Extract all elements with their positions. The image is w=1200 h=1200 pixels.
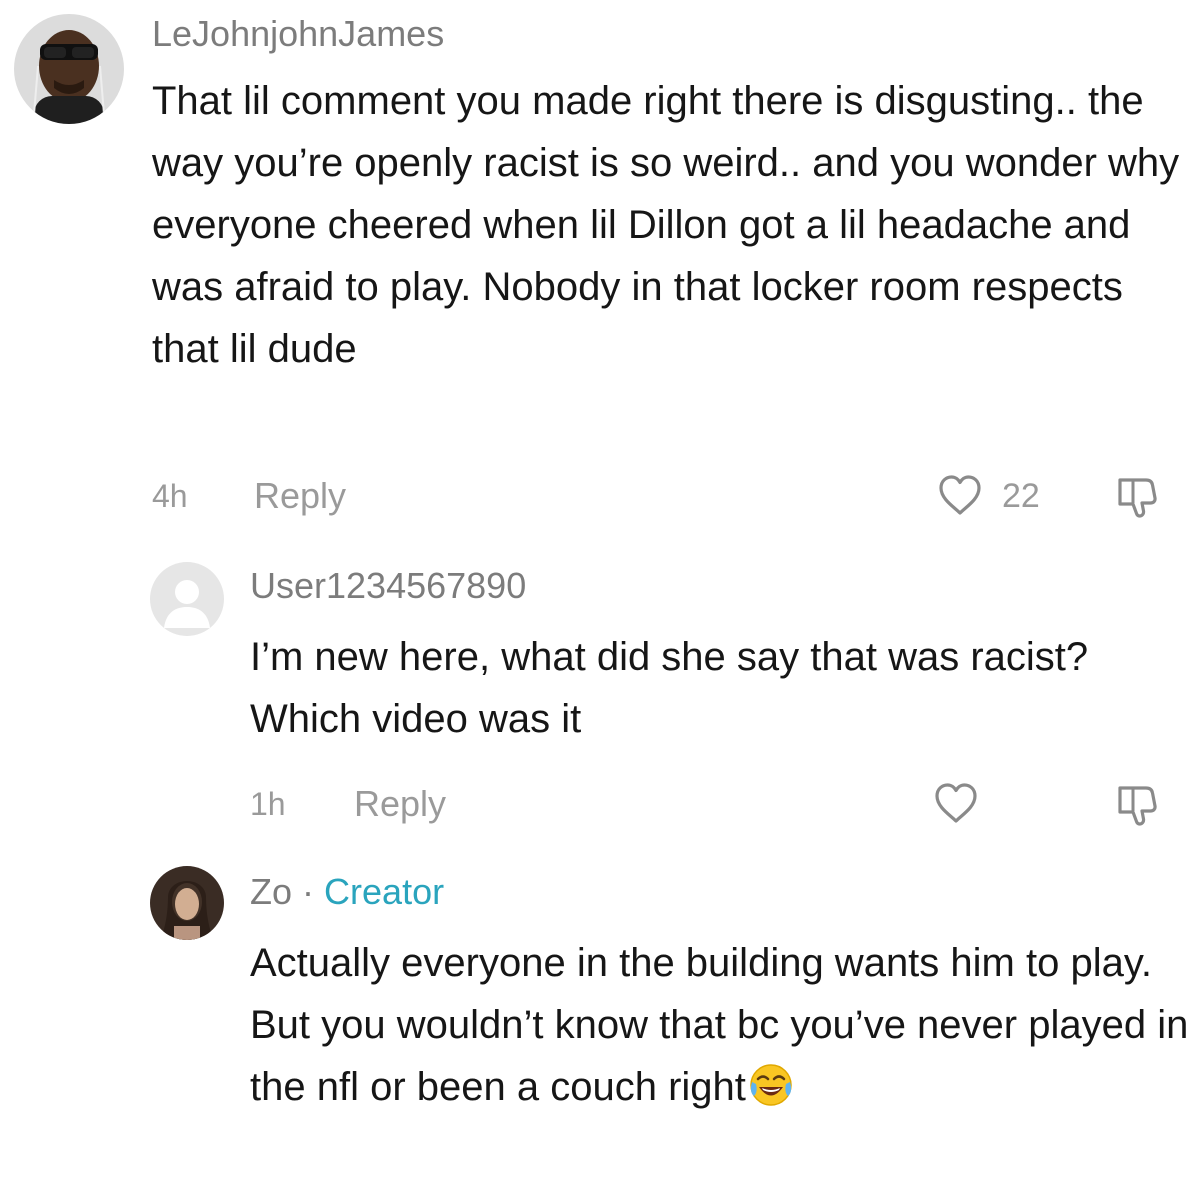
comment-text: I’m new here, what did she say that was … — [250, 635, 1089, 741]
dislike-icon[interactable] — [1112, 780, 1162, 830]
reply-button[interactable]: Reply — [354, 774, 446, 834]
comment-actions: 4h Reply 22 — [0, 466, 1200, 526]
comment-text: Actually everyone in the building wants … — [250, 941, 1189, 1109]
username-separator: · — [302, 871, 315, 912]
comment-text-container: Actually everyone in the building wants … — [250, 932, 1190, 1118]
like-count: 22 — [1002, 477, 1040, 515]
avatar-zo[interactable] — [150, 866, 224, 940]
comment-time: 1h — [250, 786, 286, 822]
heart-outline-icon[interactable] — [932, 780, 980, 828]
face-with-tears-of-joy-emoji — [748, 1062, 794, 1108]
creator-badge: Creator — [324, 871, 445, 912]
avatar-lejohnjohnjames[interactable] — [14, 14, 124, 124]
comment-username[interactable]: LeJohnjohnJames — [152, 12, 444, 56]
comment-username[interactable]: Zo — [250, 871, 292, 912]
comment-actions: 1h Reply — [0, 774, 1200, 834]
comment-time: 4h — [152, 478, 188, 514]
reply-button[interactable]: Reply — [254, 466, 346, 526]
heart-outline-icon[interactable] — [936, 472, 984, 520]
comment-username-row: Zo · Creator — [250, 870, 444, 914]
comment-text: That lil comment you made right there is… — [152, 79, 1180, 371]
dislike-icon[interactable] — [1112, 472, 1162, 522]
avatar-user1234567890[interactable] — [150, 562, 224, 636]
comment-username[interactable]: User1234567890 — [250, 564, 526, 608]
